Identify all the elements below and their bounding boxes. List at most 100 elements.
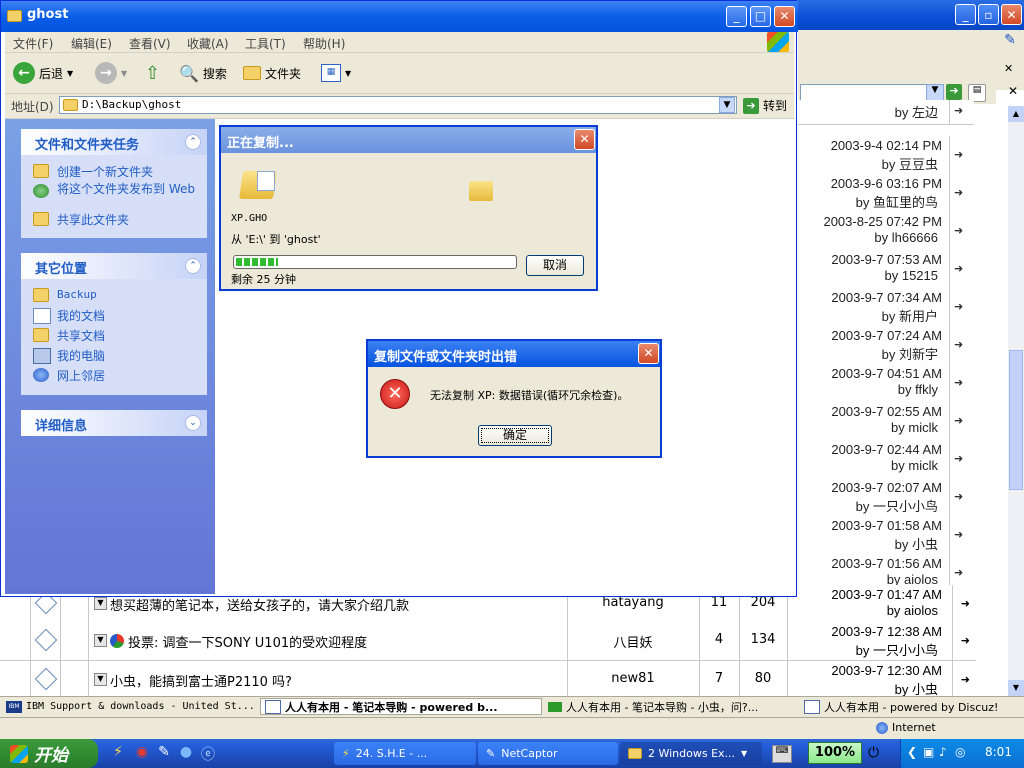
up-button[interactable]: ⇧ xyxy=(145,61,160,85)
menu-help[interactable]: 帮助(H) xyxy=(303,35,345,52)
ok-button[interactable]: 确定 xyxy=(478,425,552,446)
lastpost-author[interactable]: by ffkly xyxy=(898,382,938,397)
back-button[interactable]: ← 后退 ▼ xyxy=(13,61,73,85)
place-backup[interactable]: Backup xyxy=(21,287,207,307)
lastpost-author[interactable]: by 一只小小鸟 xyxy=(856,640,938,659)
quicklaunch-player-icon[interactable]: ◉ xyxy=(132,744,152,764)
lastpost-author[interactable]: by 左边 xyxy=(895,102,938,121)
lastpost-author[interactable]: by 豆豆虫 xyxy=(882,154,938,173)
goto-lastpost-icon[interactable]: ➜ xyxy=(954,490,970,504)
task-windows-explorer[interactable]: 2 Windows Ex... ▼ xyxy=(620,742,762,765)
goto-lastpost-icon[interactable]: ➜ xyxy=(954,528,970,542)
other-places-header[interactable]: 其它位置 ⌃ xyxy=(21,253,207,279)
tab-discuz[interactable]: 人人有本用 - powered by Discuz! xyxy=(800,698,1022,715)
keyboard-icon[interactable]: ⌨ xyxy=(772,745,792,763)
forward-button[interactable]: → ▼ xyxy=(95,61,127,85)
file-tasks-header[interactable]: 文件和文件夹任务 ⌃ xyxy=(21,129,207,155)
chevron-down-icon[interactable]: ⌄ xyxy=(185,415,201,431)
quicklaunch-netcaptor-icon[interactable]: ✎ xyxy=(154,744,174,764)
task-share-folder[interactable]: 共享此文件夹 xyxy=(21,211,207,231)
browser-maximize-button[interactable]: ▫ xyxy=(978,4,999,25)
page-scrollbar-thumb[interactable] xyxy=(1009,350,1023,490)
folders-button[interactable]: 文件夹 xyxy=(243,61,301,85)
views-button[interactable]: ▦ ▼ xyxy=(321,61,351,85)
quicklaunch-globe-icon[interactable]: ● xyxy=(176,744,196,764)
lastpost-author[interactable]: by lh66666 xyxy=(874,230,938,245)
lastpost-author[interactable]: by miclk xyxy=(891,458,938,473)
pin-icon[interactable]: ✕ xyxy=(1004,62,1013,75)
explorer-maximize-button[interactable]: □ xyxy=(750,6,771,27)
quicklaunch-ie-icon[interactable]: ⓔ xyxy=(198,744,218,764)
thread-expand-icon[interactable]: ▼ xyxy=(94,597,107,610)
goto-lastpost-icon[interactable]: ➜ xyxy=(954,566,970,580)
tray-chevron-icon[interactable]: ❮ xyxy=(907,745,917,759)
place-network[interactable]: 网上邻居 xyxy=(21,367,207,387)
clock[interactable]: 8:01 xyxy=(985,745,1012,759)
goto-lastpost-icon[interactable]: ➜ xyxy=(954,376,970,390)
details-header[interactable]: 详细信息 ⌄ xyxy=(21,410,207,436)
lastpost-author[interactable]: by miclk xyxy=(891,420,938,435)
browser-close-button[interactable]: ✕ xyxy=(1001,4,1022,25)
explorer-close-button[interactable]: ✕ xyxy=(774,6,795,27)
menu-edit[interactable]: 编辑(E) xyxy=(71,35,112,52)
thread-author[interactable]: hatayang xyxy=(568,595,698,610)
lastpost-author[interactable]: by aiolos xyxy=(887,603,938,618)
tab-ibm-support[interactable]: IBM IBM Support & downloads - United St.… xyxy=(2,698,258,715)
go-button[interactable]: ➔ 转到 xyxy=(743,97,787,114)
error-dialog-close-button[interactable]: ✕ xyxy=(638,343,659,364)
place-my-documents[interactable]: 我的文档 xyxy=(21,307,207,327)
thread-title[interactable]: 投票: 调查一下SONY U101的受欢迎程度 xyxy=(128,632,367,651)
goto-lastpost-icon[interactable]: ➜ xyxy=(954,262,970,276)
thread-expand-icon[interactable]: ▼ xyxy=(94,634,107,647)
goto-lastpost-icon[interactable]: ➜ xyxy=(954,300,970,314)
goto-lastpost-icon[interactable]: ➜ xyxy=(954,186,970,200)
power-plug-icon[interactable]: ⏻ xyxy=(868,745,892,761)
menu-favorites[interactable]: 收藏(A) xyxy=(187,35,229,52)
tray-network-icon[interactable]: ▣ xyxy=(923,745,934,759)
lastpost-author[interactable]: by 鱼缸里的鸟 xyxy=(856,192,938,211)
place-shared-documents[interactable]: 共享文档 xyxy=(21,327,207,347)
thread-expand-icon[interactable]: ▼ xyxy=(94,673,107,686)
task-publish-web[interactable]: 将这个文件夹发布到 Web xyxy=(21,183,207,211)
lastpost-author[interactable]: by 小虫 xyxy=(895,534,938,553)
goto-lastpost-icon[interactable]: ➜ xyxy=(961,673,970,686)
thread-title[interactable]: 想买超薄的笔记本，送给女孩子的，请大家介绍几款 xyxy=(110,595,409,614)
goto-lastpost-icon[interactable]: ➜ xyxy=(954,452,970,466)
goto-lastpost-icon[interactable]: ➜ xyxy=(954,338,970,352)
zoom-level[interactable]: 100% xyxy=(808,742,862,764)
goto-lastpost-icon[interactable]: ➜ xyxy=(961,634,970,647)
lastpost-author[interactable]: by 一只小小鸟 xyxy=(856,496,938,515)
tray-app-icon[interactable]: ◎ xyxy=(955,745,965,759)
lastpost-author[interactable]: by 新用户 xyxy=(882,306,938,325)
lastpost-author[interactable]: by 15215 xyxy=(885,268,939,283)
netcaptor-icon[interactable]: ✎ xyxy=(1000,32,1020,52)
goto-lastpost-icon[interactable]: ➜ xyxy=(961,597,970,610)
explorer-minimize-button[interactable]: _ xyxy=(726,6,747,27)
copy-dialog-close-button[interactable]: ✕ xyxy=(574,129,595,150)
place-my-computer[interactable]: 我的电脑 xyxy=(21,347,207,367)
browser-close-tab-icon[interactable]: ✕ xyxy=(1008,84,1018,98)
tab-notebook-question[interactable]: 人人有本用 - 笔记本导购 - 小虫，问?... xyxy=(544,698,798,715)
menu-file[interactable]: 文件(F) xyxy=(13,35,53,52)
tray-volume-icon[interactable]: ♪ xyxy=(939,745,947,759)
tab-notebook-guide-active[interactable]: 人人有本用 - 笔记本导购 - powered b... xyxy=(260,698,542,715)
thread-author[interactable]: new81 xyxy=(568,671,698,686)
browser-minimize-button[interactable]: _ xyxy=(955,4,976,25)
cancel-button[interactable]: 取消 xyxy=(526,255,584,276)
start-button[interactable]: 开始 xyxy=(0,739,98,768)
chevron-up-icon[interactable]: ⌃ xyxy=(185,258,201,274)
thread-title[interactable]: 小虫，能搞到富士通P2110 吗? xyxy=(110,671,292,690)
lastpost-author[interactable]: by 刘新宇 xyxy=(882,344,938,363)
goto-lastpost-icon[interactable]: ➜ xyxy=(954,414,970,428)
chevron-up-icon[interactable]: ⌃ xyxy=(185,134,201,150)
menu-view[interactable]: 查看(V) xyxy=(129,35,171,52)
goto-lastpost-icon[interactable]: ➜ xyxy=(954,104,970,118)
browser-go-icon[interactable]: ➔ xyxy=(946,84,962,100)
quicklaunch-winamp-icon[interactable]: ⚡ xyxy=(108,744,128,764)
thread-author[interactable]: 八目妖 xyxy=(568,632,698,651)
goto-lastpost-icon[interactable]: ➜ xyxy=(954,224,970,238)
task-netcaptor[interactable]: ✎ NetCaptor xyxy=(478,742,618,765)
task-she-player[interactable]: ⚡ 24. S.H.E - ... xyxy=(334,742,476,765)
address-dropdown-button[interactable]: ▼ xyxy=(719,97,735,113)
task-new-folder[interactable]: 创建一个新文件夹 xyxy=(21,163,207,183)
